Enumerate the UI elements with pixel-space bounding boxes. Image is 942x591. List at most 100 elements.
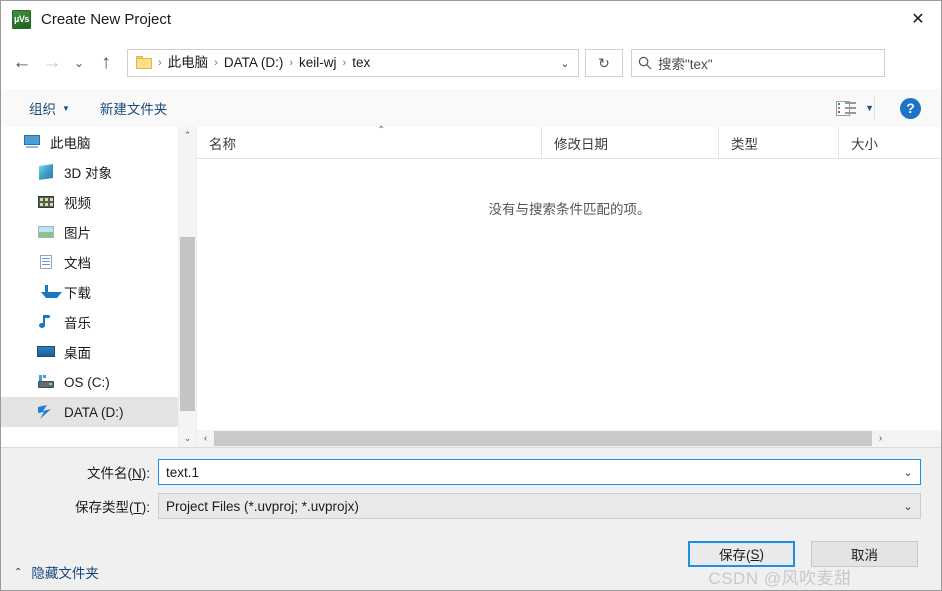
breadcrumb-item-1[interactable]: DATA (D:) [219,50,289,76]
save-label-key: S [750,546,760,562]
sidebar-item-music[interactable]: 音乐 [1,307,178,337]
new-folder-label: 新建文件夹 [99,102,168,117]
back-icon[interactable]: ← [7,46,37,80]
file-list-horizontal-scrollbar[interactable]: ‹ › [197,430,941,447]
sidebar-item-os-c[interactable]: OS (C:) [1,367,178,397]
close-icon[interactable]: ✕ [895,1,941,36]
column-header-date-modified[interactable]: 修改日期 [541,127,718,158]
filename-label-pre: 文件名( [87,466,132,481]
organize-label: 组织 [29,102,56,117]
sidebar-item-label: 桌面 [64,346,91,361]
sidebar-item-documents[interactable]: 文档 [1,247,178,277]
hide-folders-button[interactable]: ⌃ 隐藏文件夹 [14,562,99,582]
app-icon-glyph: µVs [14,13,29,24]
navigation-bar: ← → ⌄ ↑ › 此电脑 › DATA (D:) › keil-wj › te… [1,37,941,89]
downloads-icon [37,284,62,300]
breadcrumb-item-3[interactable]: tex [347,50,375,76]
search-box[interactable]: 搜索"tex" [631,49,885,77]
scrollbar-thumb[interactable] [180,237,195,411]
scroll-left-icon[interactable]: ‹ [197,433,214,444]
sidebar-item-label: 3D 对象 [64,166,113,181]
title-bar: µVs Create New Project ✕ [1,1,941,37]
scroll-down-icon[interactable]: ⌄ [179,430,196,447]
sidebar-item-this-pc[interactable]: 此电脑 [1,127,178,157]
sidebar-item-3d-objects[interactable]: 3D 对象 [1,157,178,187]
keil-uvision-icon: µVs [12,9,31,29]
file-list-pane: ⌃ 名称 修改日期 类型 大小 没有与搜索条件匹配的项。 ‹ › [196,125,941,447]
cancel-label: 取消 [851,548,878,563]
address-bar[interactable]: › 此电脑 › DATA (D:) › keil-wj › tex ⌄ [127,49,579,77]
network-drive-icon [37,404,55,420]
search-input[interactable]: 搜索"tex" [658,53,713,73]
filename-label: 文件名(N): [1,462,158,482]
sidebar-item-videos[interactable]: 视频 [1,187,178,217]
filename-label-key: N [132,466,142,481]
filetype-value: Project Files (*.uvproj; *.uvprojx) [166,498,359,514]
documents-icon [37,254,55,270]
filetype-label-key: T [133,500,142,515]
filename-input[interactable]: text.1 ⌄ [158,459,921,485]
sidebar-item-data-d[interactable]: DATA (D:) [1,397,178,427]
watermark: CSDN @风吹麦甜 [708,569,852,588]
dialog-body: 此电脑 3D 对象 视频 图片 文档 下载 音乐 桌面 OS (C:) DATA… [1,125,941,447]
recent-locations-icon[interactable]: ⌄ [67,46,91,80]
sidebar-item-desktop[interactable]: 桌面 [1,337,178,367]
folder-icon [136,56,153,70]
navigation-pane: 此电脑 3D 对象 视频 图片 文档 下载 音乐 桌面 OS (C:) DATA… [1,127,178,447]
hide-folders-label: 隐藏文件夹 [31,566,99,581]
filetype-row: 保存类型(T): Project Files (*.uvproj; *.uvpr… [1,493,921,519]
window-title: Create New Project [41,10,172,28]
column-header-label: 名称 [209,136,236,152]
videos-icon [37,194,55,210]
sidebar-item-label: DATA (D:) [64,404,124,420]
refresh-icon[interactable]: ↻ [585,49,623,77]
sidebar-item-label: 文档 [64,256,91,271]
view-layout-icon[interactable] [836,100,857,116]
filename-value[interactable]: text.1 [166,465,199,480]
desktop-icon [37,344,55,360]
search-icon [632,56,658,70]
sidebar-item-label: 视频 [64,196,91,211]
chevron-up-icon: ⌃ [14,566,23,578]
computer-icon [23,134,41,150]
filetype-label: 保存类型(T): [1,496,158,516]
filetype-label-pre: 保存类型( [75,500,134,515]
breadcrumb-item-2[interactable]: keil-wj [294,50,342,76]
filename-label-post: ): [141,466,150,481]
organize-button[interactable]: 组织 ▼ [23,94,76,122]
sidebar-item-pictures[interactable]: 图片 [1,217,178,247]
new-folder-button[interactable]: 新建文件夹 [94,94,174,122]
scroll-up-icon[interactable]: ⌃ [179,127,196,144]
scrollbar-thumb[interactable] [214,431,872,446]
view-dropdown-icon[interactable]: ▼ [865,103,874,113]
command-bar: 组织 ▼ 新建文件夹 ▼ ? [1,89,941,128]
address-dropdown-icon[interactable]: ⌄ [552,50,578,76]
breadcrumb: › 此电脑 › DATA (D:) › keil-wj › tex [157,50,375,76]
column-header-type[interactable]: 类型 [718,127,838,158]
column-header-name[interactable]: ⌃ 名称 [197,125,541,158]
column-header-label: 修改日期 [554,136,608,152]
sort-ascending-icon: ⌃ [377,125,386,136]
drive-icon [37,374,55,390]
sidebar-item-label: OS (C:) [64,374,110,390]
up-icon[interactable]: ↑ [91,46,121,80]
empty-state-message: 没有与搜索条件匹配的项。 [488,202,651,217]
filename-row: 文件名(N): text.1 ⌄ [1,459,921,485]
help-icon[interactable]: ? [900,97,921,119]
column-header-size[interactable]: 大小 [838,127,941,158]
sidebar-item-label: 此电脑 [50,136,91,151]
forward-icon[interactable]: → [37,46,67,80]
breadcrumb-item-0[interactable]: 此电脑 [163,50,214,76]
3d-objects-icon [37,164,55,180]
chevron-down-icon: ▼ [62,103,70,113]
chevron-down-icon[interactable]: ⌄ [896,494,920,518]
save-label-post: ) [759,546,765,562]
command-bar-right: ▼ ? [836,89,941,127]
scroll-right-icon[interactable]: › [872,433,889,444]
chevron-down-icon[interactable]: ⌄ [896,460,920,484]
sidebar-item-label: 下载 [64,286,91,301]
sidebar-scrollbar[interactable]: ⌃ ⌄ [178,127,196,447]
save-label-pre: 保存( [718,548,751,563]
filetype-select[interactable]: Project Files (*.uvproj; *.uvprojx) ⌄ [158,493,921,519]
sidebar-item-downloads[interactable]: 下载 [1,277,178,307]
